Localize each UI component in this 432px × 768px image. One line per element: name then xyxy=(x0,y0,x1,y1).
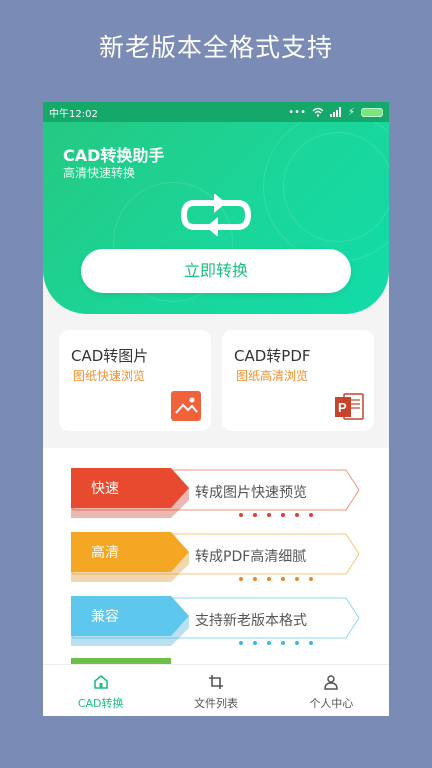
tab-cad-convert[interactable]: CAD转换 xyxy=(43,665,158,716)
tab-file-list[interactable]: 文件列表 xyxy=(158,665,273,716)
home-icon xyxy=(93,674,108,689)
swap-arrows-icon xyxy=(180,194,252,236)
cad-to-image-card[interactable]: CAD转图片 图纸快速浏览 xyxy=(59,330,211,431)
card-title: CAD转图片 xyxy=(71,347,149,365)
promo-title: 新老版本全格式支持 xyxy=(98,33,333,62)
status-time: 中午12:02 xyxy=(49,108,98,120)
convert-now-button[interactable]: 立即转换 xyxy=(81,249,351,293)
feature-item-hd: 高清 转成PDF高清细腻 xyxy=(71,532,361,582)
app-subtitle: 高清快速转换 xyxy=(63,166,136,180)
decorative-circle xyxy=(283,132,389,242)
phone-screen: 中午12:02 ••• ⚡ CAD转换助手 高清快速转换 立即转换 CAD转图片… xyxy=(43,102,389,716)
image-icon xyxy=(171,391,201,421)
feature-item-fast: 快速 转成图片快速预览 xyxy=(71,468,361,518)
tab-label: 文件列表 xyxy=(193,697,238,710)
tab-label: CAD转换 xyxy=(77,697,124,710)
feature-text: 转成PDF高清细腻 xyxy=(195,549,307,565)
feature-text: 转成图片快速预览 xyxy=(195,485,307,501)
cad-to-pdf-card[interactable]: CAD转PDF 图纸高清浏览 P xyxy=(222,330,374,431)
bottom-tab-bar: CAD转换 文件列表 个人中心 xyxy=(43,664,389,716)
status-bar: 中午12:02 ••• ⚡ xyxy=(43,102,389,122)
status-icons: ••• ⚡ xyxy=(288,107,383,118)
signal-icon xyxy=(329,107,341,117)
tab-personal-center[interactable]: 个人中心 xyxy=(274,665,389,716)
crop-icon xyxy=(208,675,223,689)
hero-banner: CAD转换助手 高清快速转换 立即转换 xyxy=(43,122,389,314)
card-subtitle: 图纸高清浏览 xyxy=(236,369,309,383)
feature-tag: 快速 xyxy=(91,481,119,497)
feature-list: 快速 转成图片快速预览 高清 转成PDF高清细腻 兼容 支持新老版本格式 xyxy=(43,448,389,664)
feature-item-compat: 兼容 支持新老版本格式 xyxy=(71,596,361,646)
powerpoint-icon: P xyxy=(335,393,364,420)
battery-icon xyxy=(361,107,383,117)
feature-tag: 兼容 xyxy=(91,609,119,625)
card-title: CAD转PDF xyxy=(234,347,311,365)
app-title: CAD转换助手 xyxy=(63,146,165,165)
wifi-icon xyxy=(312,107,324,117)
svg-text:P: P xyxy=(338,400,347,415)
charging-icon: ⚡ xyxy=(347,106,355,118)
tab-label: 个人中心 xyxy=(309,697,354,710)
user-icon xyxy=(324,675,339,690)
feature-tag: 高清 xyxy=(91,545,119,561)
feature-text: 支持新老版本格式 xyxy=(195,613,307,629)
more-dots-icon: ••• xyxy=(288,106,306,118)
card-subtitle: 图纸快速浏览 xyxy=(73,369,146,383)
